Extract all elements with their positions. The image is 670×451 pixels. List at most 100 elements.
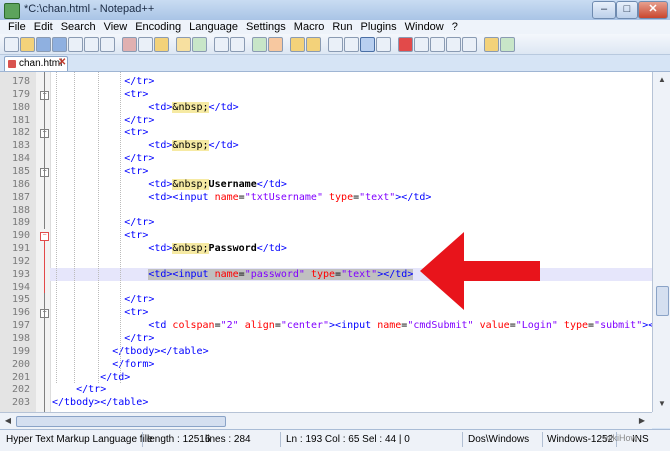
zoom-in-icon[interactable] [252,37,267,52]
watermark: wikiHow [604,433,638,443]
line-number: 190 [11,230,30,242]
stop-macro-icon[interactable] [414,37,429,52]
code-text: <tr> [124,230,149,242]
code-text: <td><input name="txtUsername" type="text… [148,191,432,203]
code-editor[interactable]: 178 </tr> 179 <tr> 180 <td>&nbsp;</td> 181 … [0,72,652,412]
menu-settings[interactable]: Settings [242,20,290,34]
undo-icon[interactable] [176,37,191,52]
line-number: 203 [11,397,30,409]
maximize-button[interactable]: □ [616,1,638,19]
redo-icon[interactable] [192,37,207,52]
horizontal-scroll-thumb[interactable] [16,416,226,427]
tab-bar: chan.html ✕ [0,55,670,72]
code-text: <td>&nbsp;</td> [148,140,239,152]
replace-icon[interactable] [230,37,245,52]
code-text: </tbody></table> [52,397,149,409]
copy-icon[interactable] [138,37,153,52]
code-text: </tr> [76,384,107,396]
line-number: 198 [11,333,30,344]
line-number: 181 [11,114,30,126]
document-map-icon[interactable] [376,37,391,52]
code-text: </tr> [124,333,155,344]
close-all-icon[interactable] [84,37,99,52]
code-line[interactable]: 203 </tbody></table> [0,396,652,409]
line-number: 192 [11,255,30,267]
plugin-icon[interactable] [484,37,499,52]
code-text: <td>&nbsp;Username</td> [148,178,287,190]
open-file-icon[interactable] [20,37,35,52]
word-wrap-icon[interactable] [328,37,343,52]
spell-check-icon[interactable] [500,37,515,52]
close-button[interactable]: ✕ [638,1,668,19]
line-number: 185 [11,165,30,177]
line-number: 178 [11,76,30,87]
menu-plugins[interactable]: Plugins [357,20,401,34]
menu-bar: File Edit Search View Encoding Language Settin… [0,20,670,34]
menu-run[interactable]: Run [328,20,356,34]
status-length: length : 12516 [147,434,211,445]
scroll-down-arrow-icon[interactable]: ▼ [656,398,668,410]
code-text: </tr> [124,114,155,126]
code-line[interactable]: 202 </tr> [0,383,652,396]
menu-view[interactable]: View [100,20,132,34]
close-file-icon[interactable] [68,37,83,52]
vertical-scroll-thumb[interactable] [656,286,669,316]
sync-vertical-icon[interactable] [290,37,305,52]
line-number: 182 [11,127,30,139]
zoom-out-icon[interactable] [268,37,283,52]
code-text: </tr> [124,76,155,87]
run-macro-multiple-icon[interactable] [446,37,461,52]
menu-edit[interactable]: Edit [30,20,57,34]
status-bar: Hyper Text Markup Language file length :… [0,429,670,451]
line-number: 187 [11,191,30,203]
sync-horizontal-icon[interactable] [306,37,321,52]
indent-guide [56,72,57,384]
cut-icon[interactable] [122,37,137,52]
find-icon[interactable] [214,37,229,52]
menu-encoding[interactable]: Encoding [131,20,185,34]
code-text: <td>&nbsp;Password</td> [148,243,287,255]
record-macro-icon[interactable] [398,37,413,52]
scroll-right-arrow-icon[interactable]: ▶ [636,415,648,427]
line-number: 183 [11,140,30,152]
menu-macro[interactable]: Macro [290,20,329,34]
line-number: 189 [11,217,30,229]
notepadpp-app-icon [4,3,20,19]
menu-language[interactable]: Language [185,20,242,34]
indent-guide-icon[interactable] [360,37,375,52]
fold-line [44,72,45,230]
code-text: <tr> [124,165,149,177]
code-text: </form> [112,358,155,370]
vertical-scrollbar[interactable]: ▲ ▼ [652,72,670,412]
indent-guide [98,72,99,384]
code-text: <tr> [124,307,149,319]
minimize-button[interactable]: – [592,1,616,19]
fold-line [44,293,45,412]
line-number: 197 [11,320,30,332]
save-icon[interactable] [36,37,51,52]
play-macro-icon[interactable] [430,37,445,52]
save-all-icon[interactable] [52,37,67,52]
scroll-left-arrow-icon[interactable]: ◀ [2,415,14,427]
menu-window[interactable]: Window [401,20,448,34]
status-filetype: Hyper Text Markup Language file [6,434,153,445]
menu-help[interactable]: ? [448,20,462,34]
menu-search[interactable]: Search [57,20,100,34]
horizontal-scrollbar[interactable]: ◀ ▶ [0,412,652,429]
line-number: 196 [11,307,30,319]
show-all-characters-icon[interactable] [344,37,359,52]
code-text: <tr> [124,127,149,139]
new-file-icon[interactable] [4,37,19,52]
indent-guide [74,72,75,384]
tab-label: chan.html [19,58,63,69]
tab-chan-html[interactable]: chan.html ✕ [4,56,68,71]
code-text: <td><input name="password" type="text"><… [148,268,414,280]
menu-file[interactable]: File [0,20,30,34]
scrollbar-corner [652,412,670,428]
scroll-up-arrow-icon[interactable]: ▲ [656,74,668,86]
print-icon[interactable] [100,37,115,52]
line-number: 184 [11,153,30,165]
save-macro-icon[interactable] [462,37,477,52]
tab-close-icon[interactable]: ✕ [58,57,66,68]
paste-icon[interactable] [154,37,169,52]
